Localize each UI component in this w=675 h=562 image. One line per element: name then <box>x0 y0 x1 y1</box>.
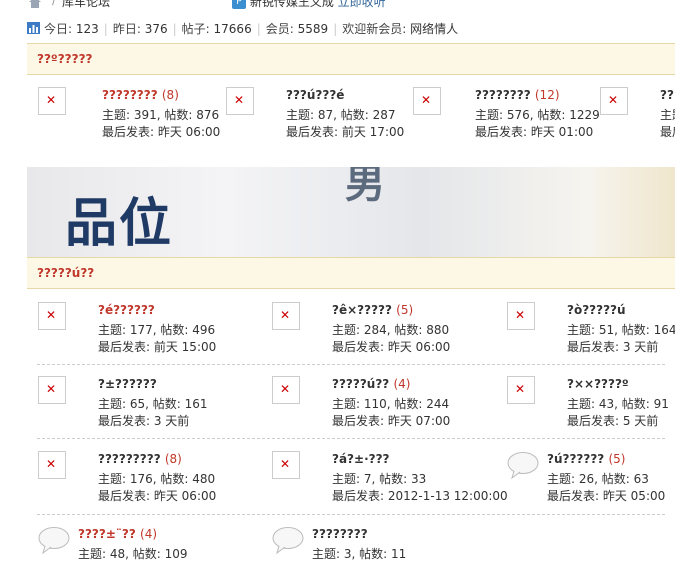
forum-last-post[interactable]: 最后发表: 3 天前 <box>98 412 189 429</box>
broadcast-icon: P <box>232 0 246 9</box>
yesterday-label: 昨日: <box>112 22 141 36</box>
forum-icon[interactable] <box>507 376 535 404</box>
forum-icon[interactable] <box>413 87 441 115</box>
forum-last-post[interactable]: 最后发表: 昨天 07:00 <box>332 412 450 429</box>
forum-icon[interactable] <box>507 302 535 330</box>
forum-last-post[interactable]: 最后发表: 昨天 06:00 <box>102 123 220 140</box>
forum-name[interactable]: ?ò?????ú <box>567 303 626 317</box>
category-header[interactable]: ?????ú?? <box>27 257 675 289</box>
row-divider <box>37 514 665 515</box>
members-label: 会员: <box>265 22 294 36</box>
notice-text: 新锐传媒王义成 <box>249 0 334 9</box>
breadcrumb-separator: / <box>52 0 57 7</box>
banner-text: 品位 <box>65 194 174 254</box>
forum-last-post[interactable]: 最后发表: 昨天 06:00 <box>332 338 450 355</box>
forum-name[interactable]: ???????? <box>312 527 368 541</box>
forum-icon[interactable] <box>38 302 66 330</box>
forum-stats: 主题: 51, 帖数: 164 <box>567 323 675 337</box>
category-header[interactable]: ??º????? <box>27 43 675 75</box>
chat-bubble-icon[interactable] <box>272 526 304 554</box>
forum-stats: 主题: 48, 帖数: 109 <box>78 547 188 561</box>
chat-bubble-icon[interactable] <box>507 451 539 479</box>
forum-last-post[interactable]: 最后发表: 昨天 05:00 <box>547 487 665 504</box>
forum-name[interactable]: ?ú?????? (5) <box>547 452 625 466</box>
forum-stats: 主题: 87, 帖数: 287 <box>286 108 396 122</box>
category-title[interactable]: ??º????? <box>37 52 93 66</box>
forum-name[interactable]: ?××????º <box>567 377 629 391</box>
category-title[interactable]: ?????ú?? <box>37 266 94 280</box>
forum-name[interactable]: ????±¨?? (4) <box>78 527 157 541</box>
forum-name[interactable]: ???????? (8) <box>102 88 179 102</box>
forum-name[interactable]: ???ú???é <box>286 88 344 102</box>
forum-last-post[interactable]: 最后发表: 昨天 01:00 <box>475 123 593 140</box>
stats-chart-icon <box>27 22 40 34</box>
forum-last-post[interactable]: 最后发表: 5 天前 <box>567 412 658 429</box>
ad-banner[interactable]: 男 品位 <box>27 167 675 257</box>
members-count: 5589 <box>297 22 329 36</box>
yesterday-count: 376 <box>144 22 168 36</box>
breadcrumb-forum-name[interactable]: 库车论坛 <box>62 0 110 10</box>
forum-stats: 主题: 43, 帖数: 91 <box>567 397 669 411</box>
forum-stats: 主题: 576, 帖数: 1229 <box>475 108 600 122</box>
forum-name[interactable]: ?ê×????? (5) <box>332 303 413 317</box>
posts-count: 17666 <box>213 22 252 36</box>
forum-icon[interactable] <box>38 376 66 404</box>
forum-stats-bar: 今日: 123 | 昨日: 376 | 帖子: 17666 | 会员: 5589 | 欢迎新会员… <box>27 20 458 36</box>
forum-icon[interactable] <box>38 87 66 115</box>
forum-last-post[interactable]: 最后 <box>660 123 675 140</box>
forum-stats: 主题: 110, 帖数: 244 <box>332 397 450 411</box>
forum-stats: 主题 <box>660 108 675 122</box>
forum-stats: 主题: 7, 帖数: 33 <box>332 472 427 486</box>
forum-last-post[interactable]: 最后发表: 前天 17:00 <box>286 123 404 140</box>
forum-icon[interactable] <box>600 87 628 115</box>
forum-last-post[interactable]: 最后发表: 2012-1-13 12:00:00 <box>332 487 508 504</box>
row-divider <box>37 364 665 365</box>
posts-label: 帖子: <box>181 22 210 36</box>
forum-name[interactable]: ?á?±·??? <box>332 452 390 466</box>
today-label: 今日: <box>44 22 73 36</box>
forum-icon[interactable] <box>272 376 300 404</box>
forum-last-post[interactable]: 最后发表: 昨天 06:00 <box>98 487 216 504</box>
forum-icon[interactable] <box>272 302 300 330</box>
forum-icon[interactable] <box>38 451 66 479</box>
welcome-label: 欢迎新会员: <box>342 22 407 36</box>
forum-stats: 主题: 176, 帖数: 480 <box>98 472 216 486</box>
forum-stats: 主题: 3, 帖数: 11 <box>312 547 407 561</box>
forum-stats: 主题: 391, 帖数: 876 <box>102 108 220 122</box>
follow-now-link[interactable]: 立即收听 <box>338 0 386 9</box>
home-icon[interactable] <box>28 0 42 8</box>
forum-stats: 主题: 284, 帖数: 880 <box>332 323 450 337</box>
forum-name[interactable]: ???????? (12) <box>475 88 560 102</box>
forum-name[interactable]: ?????ú?? (4) <box>332 377 410 391</box>
today-count: 123 <box>75 22 99 36</box>
forum-last-post[interactable]: 最后发表: 前天 15:00 <box>98 338 216 355</box>
forum-name[interactable]: ????????? (8) <box>98 452 182 466</box>
forum-stats: 主题: 65, 帖数: 161 <box>98 397 208 411</box>
forum-stats: 主题: 177, 帖数: 496 <box>98 323 216 337</box>
broadcast-notice: P 新锐传媒王义成 立即收听 <box>232 0 386 10</box>
forum-stats: 主题: 26, 帖数: 63 <box>547 472 649 486</box>
new-member-link[interactable]: 网络情人 <box>410 22 458 36</box>
forum-name[interactable]: ?é?????? <box>98 303 155 317</box>
forum-icon[interactable] <box>226 87 254 115</box>
forum-icon[interactable] <box>272 451 300 479</box>
forum-name[interactable]: ?±?????? <box>98 377 157 391</box>
row-divider <box>37 438 665 439</box>
forum-name[interactable]: ?? <box>660 88 674 102</box>
banner-fragment-text: 男 <box>345 167 385 207</box>
chat-bubble-icon[interactable] <box>38 526 70 554</box>
forum-last-post[interactable]: 最后发表: 3 天前 <box>567 338 658 355</box>
